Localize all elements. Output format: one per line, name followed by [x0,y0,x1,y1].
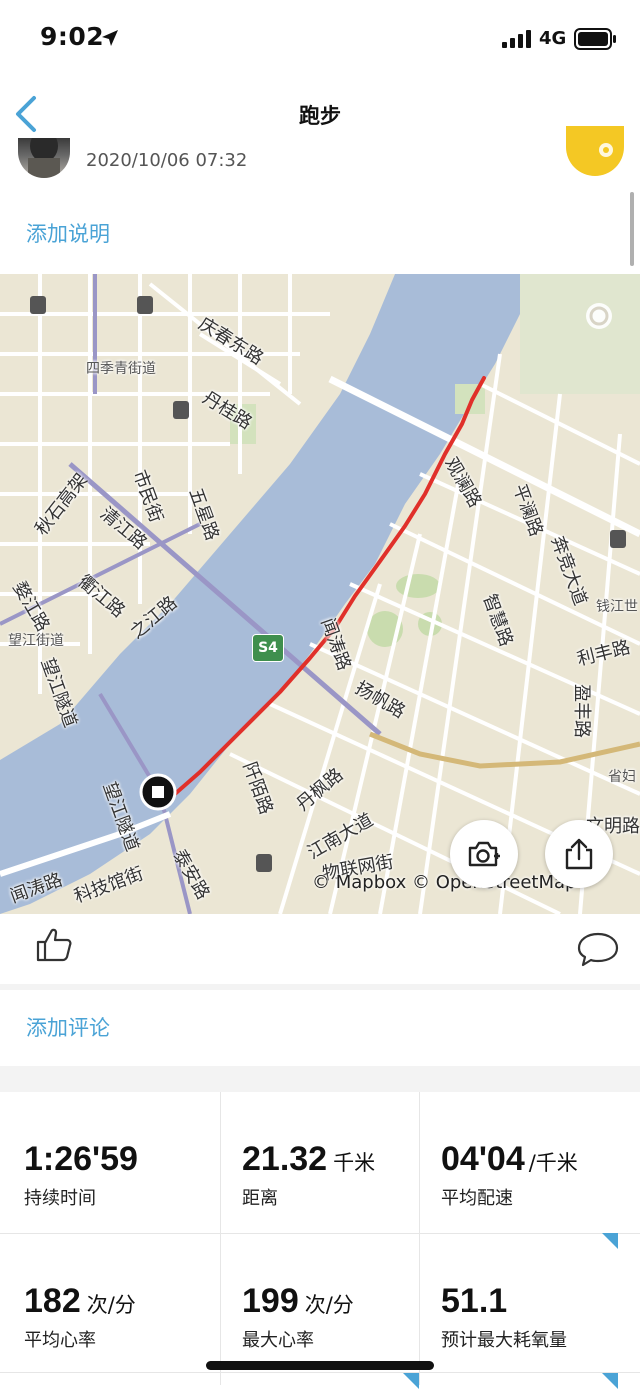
home-indicator [206,1361,434,1370]
map-label-qianjiangshi: 钱江世 [596,599,638,615]
badge-emblem-icon [599,143,613,157]
stat-value: 1:26'59 [24,1140,138,1178]
stat-vo2max[interactable]: 51.1 预计最大耗氧量 [417,1234,630,1374]
stat-label: 平均心率 [24,1330,96,1351]
stat-distance[interactable]: 21.32 千米 距离 [218,1092,431,1232]
detail-corner-tag [602,1373,618,1389]
stat-value: 04'04/千米 [441,1140,578,1178]
signal-icon [502,30,531,48]
battery-icon [574,28,616,50]
avatar-image [28,138,60,178]
stat-value: 21.32 千米 [242,1140,376,1178]
stat-value: 199 次/分 [242,1282,354,1320]
stat-label: 距离 [242,1188,278,1209]
add-photo-button[interactable] [450,820,518,888]
stat-duration[interactable]: 1:26'59 持续时间 [0,1092,213,1232]
status-time: 9:02 [40,22,105,51]
section-divider [0,984,640,990]
stat-label: 持续时间 [24,1188,96,1209]
road-badge-s4: S4 [252,634,284,662]
status-bar: 9:02 4G [0,0,640,80]
stat-label: 预计最大耗氧量 [441,1330,567,1351]
like-button[interactable] [34,924,74,964]
stat-avg-pace[interactable]: 04'04/千米 平均配速 [417,1092,630,1232]
share-icon [565,838,593,870]
stat-max-heart-rate[interactable]: 199 次/分 最大心率 [218,1234,431,1374]
grid-divider [0,1372,640,1373]
stat-avg-heart-rate[interactable]: 182 次/分 平均心率 [0,1234,213,1374]
detail-corner-tag [403,1373,419,1389]
add-comment-link[interactable]: 添加评论 [26,1012,110,1042]
stat-value: 51.1 [441,1282,508,1320]
avatar[interactable] [18,138,70,178]
post-date: 2020/10/06 07:32 [86,150,248,171]
stat-label: 平均配速 [441,1188,513,1209]
camera-plus-icon [468,841,500,867]
add-description-link[interactable]: 添加说明 [26,218,110,248]
map-attribution[interactable]: © Mapbox © OpenStreetMap [312,872,576,893]
action-bar [0,914,640,984]
stat-label: 最大心率 [242,1330,314,1351]
map-label-shengfu: 省妇 [608,769,636,785]
comment-button[interactable] [576,928,620,968]
grid-divider [419,1092,420,1385]
map-label-yingfeng: 盈丰路 [571,684,592,738]
stats-grid: 1:26'59 持续时间 21.32 千米 距离 04'04/千米 平均配速 18… [0,1092,640,1389]
network-type: 4G [539,28,567,49]
map-label-wangjiang-jiedao: 望江街道 [8,633,64,649]
section-divider [0,1066,640,1092]
page-title: 跑步 [299,104,341,128]
nav-bar: 跑步 [0,80,640,148]
stat-value: 182 次/分 [24,1282,136,1320]
share-button[interactable] [545,820,613,888]
grid-divider [0,1233,640,1234]
scroll-indicator [630,192,634,266]
route-map[interactable]: 庆春东路 四季青街道 丹桂路 市民街 五星路 秋石高架 清江路 婺江路 衢江路 … [0,274,640,914]
compass-icon[interactable] [584,301,614,331]
grid-divider [220,1092,221,1385]
location-arrow-icon [102,30,118,46]
map-label-sijiqing: 四季青街道 [86,361,156,377]
detail-corner-tag [602,1233,618,1249]
achievement-badge-icon[interactable] [566,126,624,176]
